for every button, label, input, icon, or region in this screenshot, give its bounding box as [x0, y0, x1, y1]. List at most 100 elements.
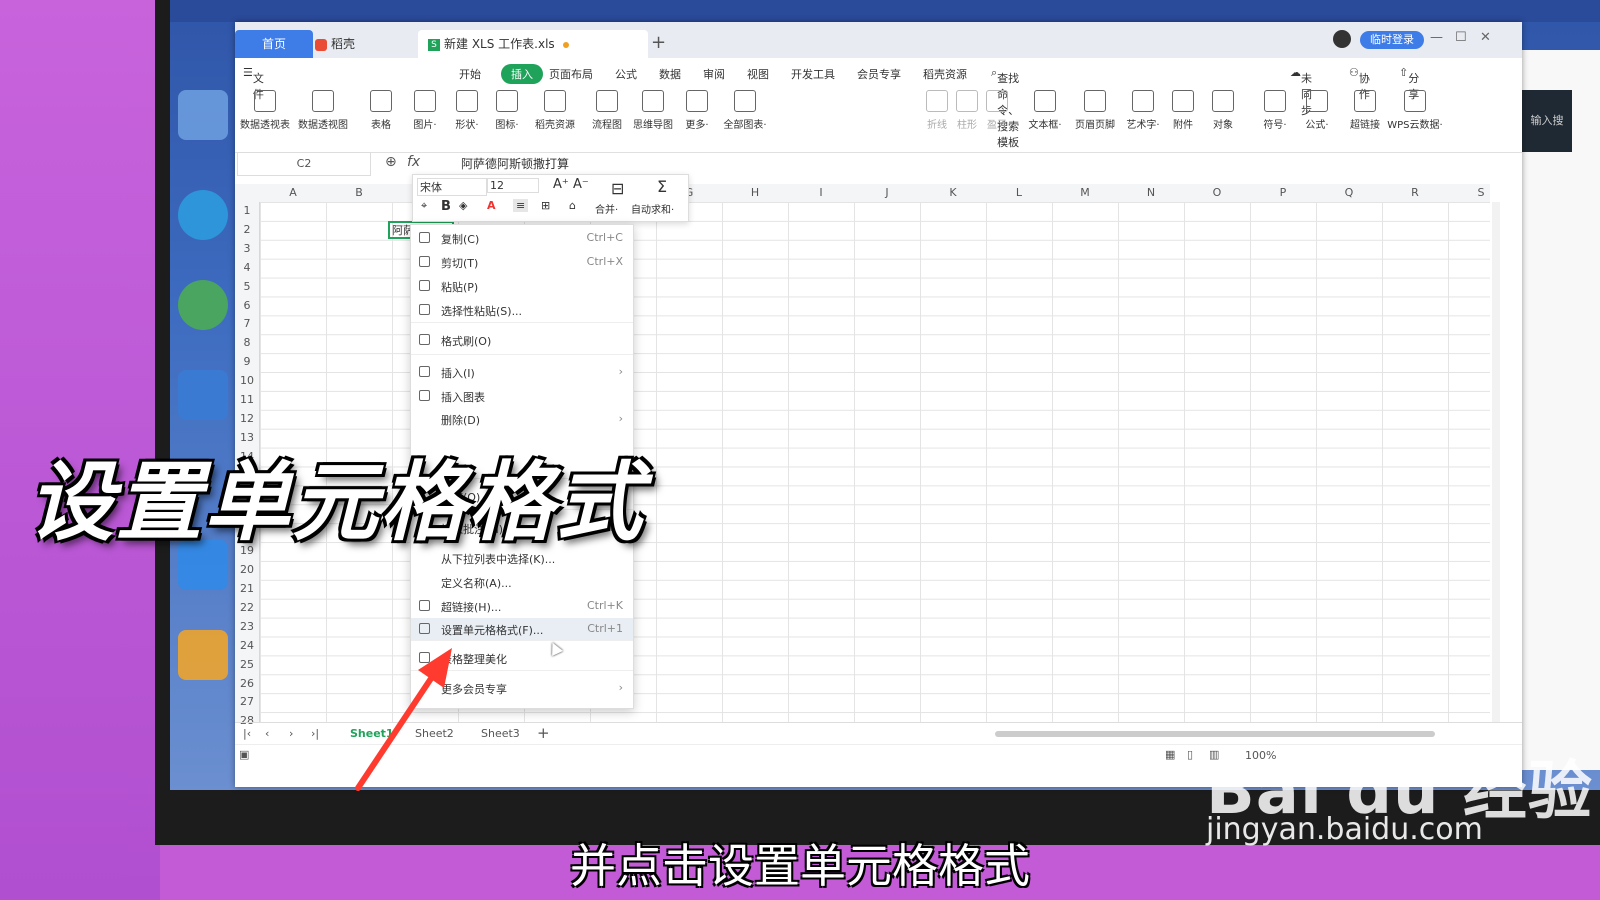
file-menu[interactable]: ☰ 文件: [243, 66, 264, 101]
add-sheet-button[interactable]: +: [537, 724, 550, 742]
context-menu-item[interactable]: 选择性粘贴(S)...: [411, 299, 633, 321]
font-select[interactable]: 宋体: [417, 178, 487, 196]
column-header-cell[interactable]: J: [854, 186, 920, 199]
context-menu-item[interactable]: 超链接(H)... Ctrl+K: [411, 595, 633, 617]
column-header-cell[interactable]: M: [1052, 186, 1118, 199]
row-header-cell[interactable]: 7: [235, 317, 259, 330]
first-sheet-icon[interactable]: |‹: [243, 727, 251, 740]
row-header-cell[interactable]: 4: [235, 261, 259, 274]
ribbon-button[interactable]: 稻壳资源: [525, 90, 585, 131]
autosum-button[interactable]: 自动求和·: [631, 201, 674, 216]
row-header-cell[interactable]: 27: [235, 695, 259, 708]
column-header-cell[interactable]: R: [1382, 186, 1448, 199]
bold-button[interactable]: B: [441, 199, 451, 214]
maximize-icon[interactable]: ☐: [1455, 30, 1467, 45]
row-header-cell[interactable]: 12: [235, 412, 259, 425]
row-header-cell[interactable]: 9: [235, 355, 259, 368]
name-box[interactable]: C2: [237, 152, 371, 176]
last-sheet-icon[interactable]: ›|: [311, 727, 319, 740]
row-header-cell[interactable]: 1: [235, 204, 259, 217]
browser-icon[interactable]: [178, 190, 228, 240]
column-header-cell[interactable]: S: [1448, 186, 1514, 199]
menu-item-view[interactable]: 视图: [747, 66, 769, 82]
column-header-cell[interactable]: L: [986, 186, 1052, 199]
normal-view-icon[interactable]: ▦: [1165, 748, 1175, 761]
new-tab-button[interactable]: +: [651, 32, 666, 53]
font-color-button[interactable]: A: [487, 199, 496, 212]
login-button[interactable]: 临时登录: [1360, 31, 1424, 49]
share-button[interactable]: ⇧ 分享: [1399, 66, 1419, 101]
prev-sheet-icon[interactable]: ‹: [265, 727, 269, 740]
column-header-cell[interactable]: Q: [1316, 186, 1382, 199]
map-icon[interactable]: [178, 280, 228, 330]
tab-document[interactable]: S 新建 XLS 工作表.xls: [418, 30, 648, 58]
desktop-icon[interactable]: [178, 90, 228, 140]
formula-input[interactable]: 阿萨德阿斯顿撒打算: [461, 155, 569, 172]
column-header-cell[interactable]: H: [722, 186, 788, 199]
tab-daoke[interactable]: 稻壳: [305, 30, 415, 58]
ribbon-button[interactable]: 数据透视表: [235, 90, 295, 131]
fx-icon[interactable]: fx: [407, 154, 420, 170]
menu-item-layout[interactable]: 页面布局: [549, 66, 593, 82]
row-header-cell[interactable]: 8: [235, 336, 259, 349]
context-menu-item[interactable]: 删除(D) ›: [411, 408, 633, 430]
tab-home[interactable]: 首页: [235, 30, 313, 58]
menu-item-member[interactable]: 会员专享: [857, 66, 901, 82]
menu-item-formula[interactable]: 公式: [615, 66, 637, 82]
context-menu-item[interactable]: 剪切(T) Ctrl+X: [411, 251, 633, 273]
avatar[interactable]: [1333, 30, 1351, 48]
folder-icon[interactable]: [178, 630, 228, 680]
ribbon-button[interactable]: 全部图表·: [715, 90, 775, 131]
row-header-cell[interactable]: 10: [235, 374, 259, 387]
merge-button[interactable]: 合并·: [595, 201, 618, 216]
zoom-icon[interactable]: ⊕: [385, 154, 397, 170]
row-header-cell[interactable]: 21: [235, 582, 259, 595]
ribbon-button[interactable]: WPS云数据·: [1385, 90, 1445, 131]
context-menu-item[interactable]: 设置单元格格式(F)... Ctrl+1: [411, 618, 633, 640]
size-select[interactable]: 12: [487, 178, 539, 193]
app-icon[interactable]: [178, 370, 228, 420]
column-header-cell[interactable]: P: [1250, 186, 1316, 199]
column-header-cell[interactable]: K: [920, 186, 986, 199]
menu-item-insert[interactable]: 插入: [501, 64, 543, 84]
shrink-font-icon[interactable]: A⁻: [573, 177, 589, 192]
menu-item-devtools[interactable]: 开发工具: [791, 66, 835, 82]
format-painter-icon[interactable]: ⌖: [421, 199, 427, 213]
context-menu-item[interactable]: 粘贴(P): [411, 275, 633, 297]
minimize-icon[interactable]: —: [1430, 30, 1443, 45]
next-sheet-icon[interactable]: ›: [289, 727, 293, 740]
border-icon[interactable]: ⊞: [541, 199, 550, 212]
row-header-cell[interactable]: 5: [235, 280, 259, 293]
row-header-cell[interactable]: 3: [235, 242, 259, 255]
sum-icon[interactable]: Σ: [657, 177, 667, 196]
context-menu-item[interactable]: 复制(C) Ctrl+C: [411, 227, 633, 249]
row-header-cell[interactable]: 6: [235, 299, 259, 312]
side-search[interactable]: 输入搜: [1522, 90, 1572, 152]
row-header-cell[interactable]: 24: [235, 639, 259, 652]
row-header-cell[interactable]: 22: [235, 601, 259, 614]
macro-icon[interactable]: ▣: [239, 748, 249, 761]
column-header-cell[interactable]: I: [788, 186, 854, 199]
row-header-cell[interactable]: 20: [235, 563, 259, 576]
row-header-cell[interactable]: 26: [235, 677, 259, 690]
menu-item-start[interactable]: 开始: [459, 66, 481, 82]
context-menu-item[interactable]: 格式刷(O): [411, 329, 633, 351]
row-header-cell[interactable]: 23: [235, 620, 259, 633]
context-menu-item[interactable]: 插入图表: [411, 385, 633, 407]
merge-icon[interactable]: ⊟: [611, 179, 624, 198]
context-menu-item[interactable]: 定义名称(A)...: [411, 571, 633, 593]
ribbon-button[interactable]: 对象: [1193, 90, 1253, 131]
ribbon-button[interactable]: 数据透视图: [293, 90, 353, 131]
sheet-tab-3[interactable]: Sheet3: [481, 727, 520, 740]
row-header-cell[interactable]: 2: [235, 223, 259, 236]
menu-item-review[interactable]: 审阅: [703, 66, 725, 82]
context-menu-item[interactable]: 插入(I) ›: [411, 361, 633, 383]
menu-item-data[interactable]: 数据: [659, 66, 681, 82]
column-header-cell[interactable]: A: [260, 186, 326, 199]
align-icon[interactable]: ≡: [513, 199, 529, 212]
row-header-cell[interactable]: 25: [235, 658, 259, 671]
row-header-cell[interactable]: 11: [235, 393, 259, 406]
column-header-cell[interactable]: B: [326, 186, 392, 199]
column-header-cell[interactable]: N: [1118, 186, 1184, 199]
horizontal-scrollbar[interactable]: [995, 731, 1435, 737]
